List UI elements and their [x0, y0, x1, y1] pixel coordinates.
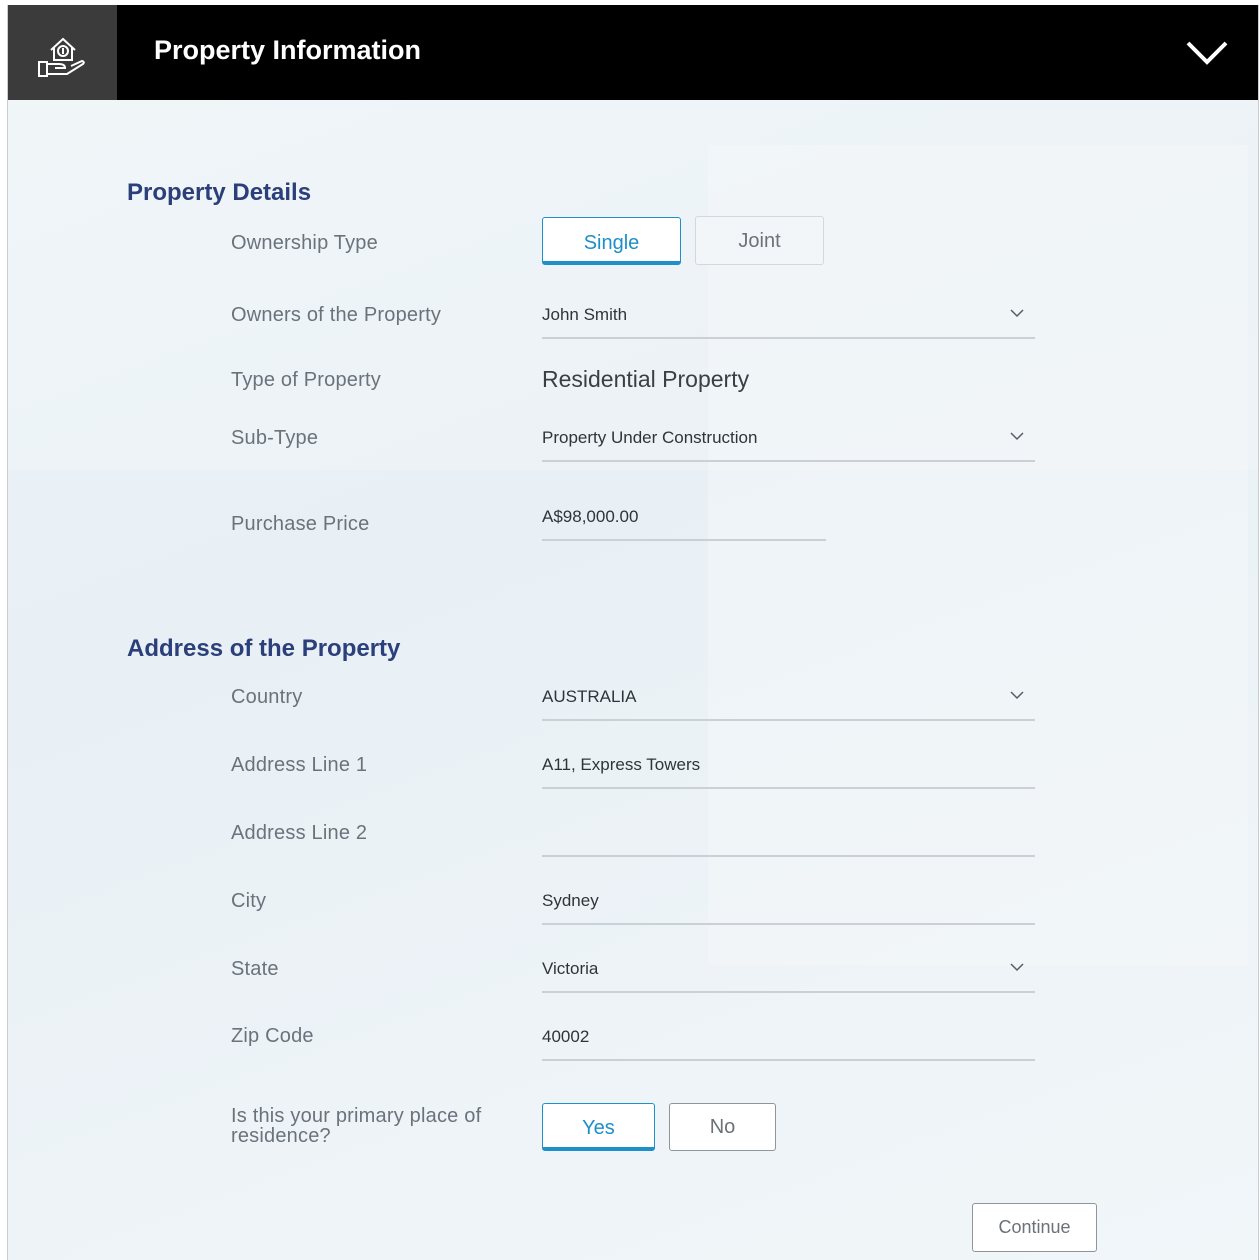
chevron-down-icon[interactable] — [1182, 33, 1232, 73]
zip-code-value: 40002 — [542, 1027, 590, 1046]
sub-type-label: Sub-Type — [231, 427, 319, 449]
sub-type-value: Property Under Construction — [542, 428, 758, 447]
section-title-property-details: Property Details — [127, 179, 312, 206]
purchase-price-input[interactable]: A$98,000.00 — [542, 499, 826, 541]
purchase-price-value: A$98,000.00 — [542, 507, 639, 526]
home-loan-icon — [8, 5, 117, 100]
country-select[interactable]: AUSTRALIA — [542, 679, 1035, 721]
owners-label: Owners of the Property — [231, 304, 442, 326]
sub-type-select[interactable]: Property Under Construction — [542, 420, 1035, 462]
property-information-panel: Property Information Property Details Ow… — [7, 5, 1259, 1260]
state-select[interactable]: Victoria — [542, 951, 1035, 993]
city-value: Sydney — [542, 891, 599, 910]
type-of-property-label: Type of Property — [231, 369, 381, 391]
owners-select[interactable]: John Smith — [542, 297, 1035, 339]
owners-value: John Smith — [542, 305, 628, 324]
address-line-1-value: A11, Express Towers — [542, 755, 701, 774]
chevron-down-icon — [1010, 691, 1024, 700]
state-value: Victoria — [542, 959, 599, 978]
ownership-type-label: Ownership Type — [231, 232, 378, 254]
primary-residence-no-button[interactable]: No — [669, 1103, 776, 1151]
continue-button[interactable]: Continue — [972, 1203, 1097, 1252]
chevron-down-icon — [1010, 309, 1024, 318]
address-line-2-label: Address Line 2 — [231, 822, 368, 844]
background-image — [8, 100, 1258, 470]
city-label: City — [231, 890, 267, 912]
chevron-down-icon — [1010, 963, 1024, 972]
city-input[interactable]: Sydney — [542, 883, 1035, 925]
state-label: State — [231, 958, 279, 980]
country-value: AUSTRALIA — [542, 687, 637, 706]
address-line-2-input[interactable] — [542, 815, 1035, 857]
type-of-property-value: Residential Property — [542, 366, 750, 392]
ownership-single-button[interactable]: Single — [542, 217, 681, 265]
address-line-1-input[interactable]: A11, Express Towers — [542, 747, 1035, 789]
chevron-down-icon — [1010, 432, 1024, 441]
panel-header[interactable]: Property Information — [8, 5, 1258, 100]
primary-residence-label: Is this your primary place of residence? — [231, 1105, 482, 1147]
purchase-price-label: Purchase Price — [231, 513, 370, 535]
zip-code-input[interactable]: 40002 — [542, 1019, 1035, 1061]
section-title-address: Address of the Property — [127, 635, 401, 662]
address-line-1-label: Address Line 1 — [231, 754, 368, 776]
zip-code-label: Zip Code — [231, 1025, 314, 1047]
country-label: Country — [231, 686, 303, 708]
panel-title: Property Information — [154, 35, 422, 65]
ownership-joint-button[interactable]: Joint — [695, 216, 824, 265]
primary-residence-yes-button[interactable]: Yes — [542, 1103, 655, 1151]
